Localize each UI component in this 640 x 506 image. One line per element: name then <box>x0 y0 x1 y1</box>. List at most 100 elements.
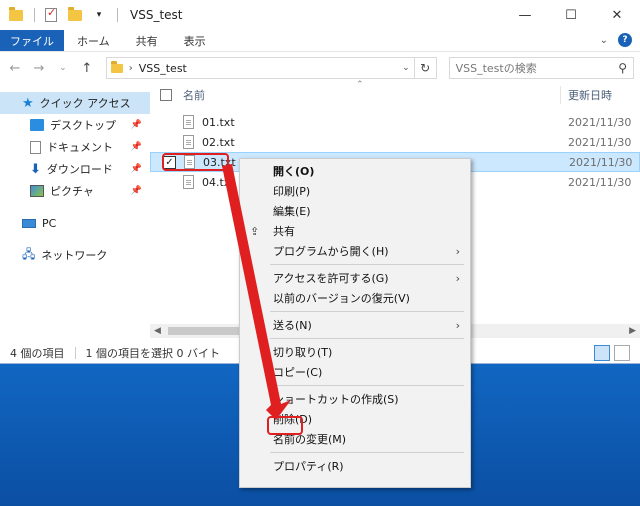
sidebar-item-quick-access[interactable]: ★ クイック アクセス <box>0 92 150 114</box>
desktop-icon <box>30 119 44 131</box>
search-icon: ⚲ <box>618 61 627 75</box>
address-dropdown-icon[interactable]: ⌄ <box>402 63 410 73</box>
star-icon: ★ <box>22 95 34 111</box>
menu-item-send-to[interactable]: 送る(N) › <box>240 315 470 335</box>
sidebar-item-desktop[interactable]: デスクトップ 📌 <box>0 114 150 136</box>
tab-home[interactable]: ホーム <box>64 30 123 51</box>
menu-item-create-shortcut[interactable]: ショートカットの作成(S) <box>240 389 470 409</box>
folder-icon <box>8 6 24 23</box>
file-highlight-annotation <box>162 153 229 171</box>
tab-view[interactable]: 表示 <box>171 30 219 51</box>
forward-button[interactable]: → <box>30 61 48 76</box>
download-icon: ⬇ <box>30 161 41 177</box>
sidebar-item-downloads[interactable]: ⬇ ダウンロード 📌 <box>0 158 150 180</box>
row-checkbox[interactable] <box>162 136 175 149</box>
menu-item-open[interactable]: 開く(O) <box>240 161 470 181</box>
menu-item-properties[interactable]: プロパティ(R) <box>240 456 470 476</box>
breadcrumb[interactable]: VSS_test <box>139 62 187 75</box>
menu-item-restore-versions[interactable]: 以前のバージョンの復元(V) <box>240 288 470 308</box>
sidebar-item-label: ネットワーク <box>41 249 108 262</box>
sidebar-item-pictures[interactable]: ピクチャ 📌 <box>0 180 150 202</box>
pictures-icon <box>30 185 44 197</box>
column-divider[interactable] <box>560 86 561 104</box>
text-file-icon <box>183 175 194 189</box>
scroll-right-icon[interactable]: ▶ <box>629 326 636 336</box>
search-input[interactable]: VSS_testの検索 ⚲ <box>448 57 634 79</box>
network-icon: 🖧 <box>22 246 36 261</box>
address-bar[interactable]: › VSS_test ⌄ <box>105 57 415 79</box>
sort-up-icon: ⌃ <box>356 80 364 90</box>
menu-item-label: 共有 <box>273 225 295 238</box>
back-button[interactable]: ← <box>6 61 24 76</box>
file-date: 2021/11/30 <box>568 175 632 189</box>
menu-item-label: アクセスを許可する(G) <box>273 272 389 285</box>
details-view-icon[interactable] <box>594 345 610 361</box>
help-icon[interactable]: ? <box>618 33 632 47</box>
sidebar-item-pc[interactable]: PC <box>0 212 150 234</box>
menu-divider <box>270 264 464 265</box>
chevron-right-icon: › <box>455 271 460 285</box>
toolbar-divider <box>34 8 35 22</box>
text-file-icon <box>183 115 194 129</box>
menu-item-copy[interactable]: コピー(C) <box>240 362 470 382</box>
row-checkbox[interactable] <box>162 176 175 189</box>
navigation-pane: ★ クイック アクセス デスクトップ 📌 ドキュメント 📌 ⬇ ダウンロード 📌… <box>0 92 150 340</box>
file-name[interactable]: 02.txt <box>202 136 235 149</box>
chevron-right-icon: › <box>455 318 460 332</box>
tab-share[interactable]: 共有 <box>123 30 171 51</box>
menu-item-open-with[interactable]: プログラムから開く(H) › <box>240 241 470 261</box>
sidebar-item-label: ピクチャ <box>50 185 94 198</box>
maximize-button[interactable]: ☐ <box>548 0 594 30</box>
close-button[interactable]: ✕ <box>594 0 640 30</box>
document-icon <box>30 140 41 154</box>
ribbon-tabs: ファイル ホーム 共有 表示 ⌄ ? <box>0 30 640 52</box>
menu-item-label: プログラムから開く(H) <box>273 245 389 258</box>
column-header: 名前 ⌃ 更新日時 <box>150 80 640 106</box>
large-icons-view-icon[interactable] <box>614 345 630 361</box>
chevron-right-icon: › <box>455 244 460 258</box>
tab-file[interactable]: ファイル <box>0 30 64 51</box>
menu-divider <box>270 385 464 386</box>
up-button[interactable]: ↑ <box>78 61 96 76</box>
scroll-left-icon[interactable]: ◀ <box>154 326 161 336</box>
file-row[interactable]: 01.txt 2021/11/30 <box>150 112 640 132</box>
sidebar-item-network[interactable]: 🖧 ネットワーク <box>0 244 150 266</box>
sidebar-item-label: PC <box>42 216 57 230</box>
search-placeholder: VSS_testの検索 <box>455 62 537 75</box>
select-all-checkbox[interactable] <box>160 89 172 101</box>
pin-icon: 📌 <box>130 142 142 152</box>
menu-item-label: 送る(N) <box>273 319 312 332</box>
selection-info: 1 個の項目を選択 0 バイト <box>85 347 221 360</box>
minimize-button[interactable]: — <box>502 0 548 30</box>
context-menu: 開く(O) 印刷(P) 編集(E) ⇪ 共有 プログラムから開く(H) › アク… <box>239 158 471 488</box>
refresh-button[interactable]: ↻ <box>414 57 437 79</box>
expand-ribbon-icon[interactable]: ⌄ <box>600 35 608 46</box>
share-icon: ⇪ <box>250 224 260 238</box>
column-date-header[interactable]: 更新日時 <box>568 87 612 103</box>
menu-item-print[interactable]: 印刷(P) <box>240 181 470 201</box>
file-row[interactable]: 02.txt 2021/11/30 <box>150 132 640 152</box>
menu-item-grant-access[interactable]: アクセスを許可する(G) › <box>240 268 470 288</box>
new-folder-icon[interactable] <box>67 6 83 23</box>
menu-item-share[interactable]: ⇪ 共有 <box>240 221 470 241</box>
file-name[interactable]: 01.txt <box>202 116 235 129</box>
pin-icon: 📌 <box>130 120 142 130</box>
chevron-down-icon[interactable]: ▾ <box>91 7 107 23</box>
breadcrumb-separator-icon: › <box>128 62 133 74</box>
sidebar-item-documents[interactable]: ドキュメント 📌 <box>0 136 150 158</box>
ribbon-right: ⌄ ? <box>600 33 632 47</box>
row-checkbox[interactable] <box>162 116 175 129</box>
pin-icon: 📌 <box>130 164 142 174</box>
item-count: 4 個の項目 <box>10 347 65 360</box>
menu-item-cut[interactable]: 切り取り(T) <box>240 342 470 362</box>
menu-item-edit[interactable]: 編集(E) <box>240 201 470 221</box>
file-name[interactable]: 04.txt <box>202 176 235 189</box>
menu-divider <box>270 311 464 312</box>
column-name-header[interactable]: 名前 <box>183 87 205 103</box>
pin-icon: 📌 <box>130 186 142 196</box>
properties-icon[interactable] <box>43 6 59 23</box>
sidebar-item-label: クイック アクセス <box>39 97 131 110</box>
recent-locations-icon[interactable]: ⌄ <box>54 63 72 73</box>
menu-divider <box>270 452 464 453</box>
file-date: 2021/11/30 <box>569 155 633 169</box>
